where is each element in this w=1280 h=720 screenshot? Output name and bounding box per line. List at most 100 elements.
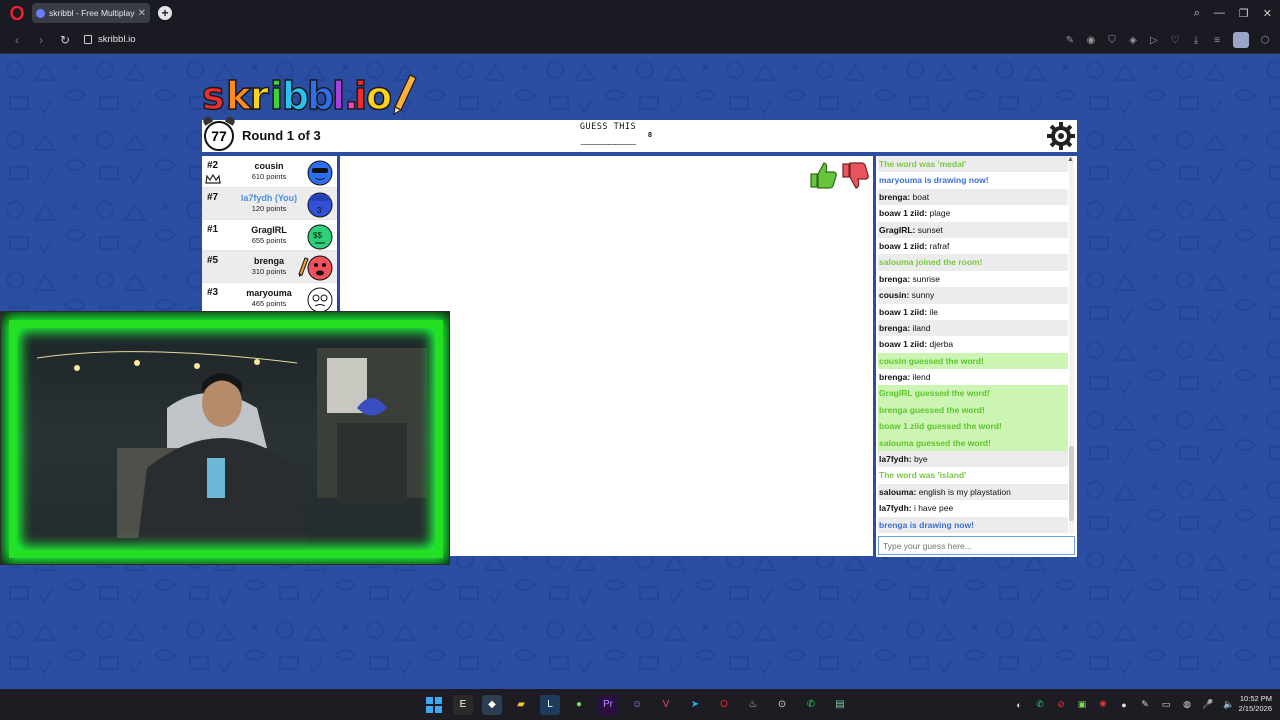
player-row[interactable]: #7 la7fydh (You) 120 points 3 <box>202 187 337 220</box>
windows-start-icon[interactable] <box>424 695 444 715</box>
player-rank: #7 <box>207 191 219 203</box>
chat-message: boaw 1 ziid: rafraf <box>878 238 1068 254</box>
chat-text: boat <box>910 191 930 202</box>
forward-icon[interactable]: › <box>34 33 48 47</box>
chat-username: salouma: <box>879 486 917 497</box>
svg-text:o: o <box>366 74 391 117</box>
player-icon[interactable]: ▷ <box>1149 35 1159 46</box>
extension-icon[interactable] <box>1233 32 1249 48</box>
restore-icon[interactable]: ❐ <box>1239 7 1249 20</box>
back-icon[interactable]: ‹ <box>10 33 24 47</box>
chat-text: sunset <box>915 224 943 235</box>
cube-icon[interactable]: ⬡ <box>1260 35 1270 46</box>
lr-icon[interactable]: L <box>540 694 560 715</box>
chat-messages: The word was 'medal' maryouma is drawing … <box>878 156 1068 534</box>
chat-text: ile <box>927 306 939 317</box>
player-name: cousin <box>254 161 284 171</box>
chat-text: iland <box>910 322 931 333</box>
lock-icon <box>84 35 92 44</box>
gamepad-icon[interactable]: ⊙ <box>772 695 792 715</box>
tray-gear-icon[interactable]: ✺ <box>1096 698 1110 712</box>
scroll-thumb[interactable] <box>1069 446 1074 521</box>
browser-toolbar-icons: ✎ ◉ ⛉ ◈ ▷ ♡ ⤓ ≡ ⬡ <box>1065 26 1270 54</box>
taskbar-clock[interactable]: 10:52 PM 2/15/2026 <box>1239 694 1272 714</box>
app-icon[interactable]: ◆ <box>482 694 502 715</box>
speaker-icon[interactable]: 🔈 <box>1222 698 1236 712</box>
camera-icon[interactable]: ◉ <box>1086 35 1096 46</box>
player-points: 310 points <box>251 267 287 277</box>
new-tab-button[interactable]: + <box>158 6 172 20</box>
player-rank: #3 <box>207 287 219 299</box>
reload-icon[interactable]: ↻ <box>58 33 72 47</box>
tray-stop-icon[interactable]: ⊘ <box>1054 698 1068 712</box>
edit-icon[interactable]: ✎ <box>1065 35 1075 46</box>
chrome-icon[interactable]: ● <box>569 695 589 715</box>
tab-close-icon[interactable]: ✕ <box>138 8 146 19</box>
player-row[interactable]: #1 GragIRL 655 points $$ <box>202 220 337 252</box>
shield-icon[interactable]: ⛉ <box>1107 35 1117 46</box>
player-row[interactable]: #5 brenga 310 points <box>202 251 337 284</box>
chat-username: boaw 1 ziid: <box>879 208 928 219</box>
guess-input[interactable] <box>878 536 1075 555</box>
svg-text:$$: $$ <box>313 231 322 240</box>
valorant-icon[interactable]: V <box>656 695 676 715</box>
chat-username: boaw 1 ziid: <box>879 339 928 350</box>
tray-dot-icon[interactable]: ● <box>1117 698 1131 712</box>
chat-message: The word was 'medal' <box>878 156 1068 173</box>
download-icon[interactable]: ⤓ <box>1191 35 1201 46</box>
discord-icon[interactable]: ☺ <box>627 695 647 715</box>
chat-username: boaw 1 ziid: <box>879 240 928 251</box>
url-field[interactable]: skribbl.io <box>84 34 136 45</box>
opera-taskbar-icon[interactable]: O <box>714 695 734 715</box>
telegram-icon[interactable]: ➤ <box>685 695 705 715</box>
chat-text: ilend <box>910 372 931 383</box>
tray-display-icon[interactable]: ▭ <box>1159 698 1173 712</box>
chat-username: cousin: <box>879 290 910 301</box>
search-icon[interactable]: ⌕ <box>1194 7 1200 20</box>
chat-message: cousin guessed the word! <box>878 352 1068 370</box>
tray-whatsapp-icon[interactable]: ✆ <box>1033 698 1047 712</box>
chat-message: GragIRL guessed the word! <box>878 385 1068 402</box>
browser-titlebar: skribbl - Free Multiplayer ✕ + ⌕ — ❐ ✕ <box>0 0 1280 26</box>
heart-icon[interactable]: ♡ <box>1170 35 1180 46</box>
webcam-overlay <box>0 311 450 565</box>
microphone-icon[interactable]: 🎤 <box>1201 698 1215 712</box>
scroll-up-icon[interactable]: ▲ <box>1067 156 1074 163</box>
tray-app-icon[interactable]: ◐ <box>1012 698 1026 712</box>
chat-panel: The word was 'medal' maryouma is drawing … <box>876 156 1077 557</box>
round-indicator: Round 1 of 3 <box>242 128 321 143</box>
close-window-icon[interactable]: ✕ <box>1263 7 1272 20</box>
vpn-icon[interactable]: ◈ <box>1128 35 1138 46</box>
tray-pen-icon[interactable]: ✎ <box>1138 698 1152 712</box>
chat-message: salouma: english is my playstation <box>878 483 1068 501</box>
tray-nvidia-icon[interactable]: ▣ <box>1075 698 1089 712</box>
thumbs-down-icon[interactable] <box>839 160 869 190</box>
thumbs-up-icon[interactable] <box>807 160 837 190</box>
system-tray: ◐ ✆ ⊘ ▣ ✺ ● ✎ ▭ ◍ 🎤 🔈 <box>1012 689 1236 720</box>
folder-icon[interactable]: ▰ <box>511 695 531 715</box>
player-row[interactable]: #2 cousin 610 points <box>202 156 337 188</box>
game-header: 77 Round 1 of 3 GUESS THIS ________ 8 <box>202 120 1077 152</box>
chat-scrollbar[interactable]: ▲ <box>1067 156 1074 534</box>
steam-icon[interactable]: ♨ <box>743 695 763 715</box>
premiere-icon[interactable]: Pr <box>598 694 618 715</box>
notepad-icon[interactable]: ▤ <box>830 695 850 715</box>
player-rank: #5 <box>207 255 219 267</box>
word-blanks: ________ <box>580 130 636 146</box>
epic-games-icon[interactable]: E <box>453 694 473 715</box>
tray-network-icon[interactable]: ◍ <box>1180 698 1194 712</box>
player-avatar-icon: 3 <box>307 192 333 218</box>
settings-gear-icon[interactable] <box>1047 122 1075 150</box>
browser-tab-skribbl[interactable]: skribbl - Free Multiplayer ✕ <box>32 3 150 23</box>
whatsapp-icon[interactable]: ✆ <box>801 695 821 715</box>
menu-icon[interactable]: ≡ <box>1212 35 1222 46</box>
minimize-icon[interactable]: — <box>1214 7 1225 19</box>
player-name: la7fydh (You) <box>240 192 298 203</box>
chat-message: brenga guessed the word! <box>878 401 1068 419</box>
chat-message: brenga is drawing now! <box>878 516 1068 533</box>
chat-text: djerba <box>927 339 954 350</box>
player-name: brenga <box>253 256 284 267</box>
opera-logo-icon[interactable] <box>6 2 28 24</box>
chat-text: english is my playstation <box>916 486 1011 497</box>
svg-text:3: 3 <box>317 206 322 215</box>
